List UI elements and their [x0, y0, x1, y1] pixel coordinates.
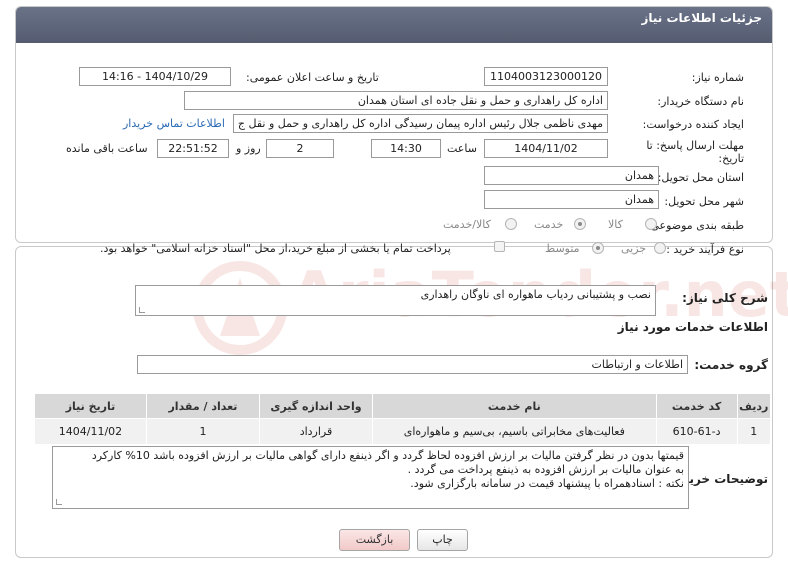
need-number-field: 1104003123000120: [484, 67, 608, 86]
service-group-field: اطلاعات و ارتباطات: [137, 355, 688, 374]
cell-row-number: 1: [736, 418, 772, 445]
col-unit: واحد اندازه گیری: [258, 393, 373, 419]
notes-resize-handle[interactable]: [56, 499, 62, 505]
summary-label: شرح کلی نیاز:: [682, 291, 768, 305]
deadline-date-label: تاریخ:: [718, 152, 744, 165]
cell-service-name: فعالیت‌های مخابراتی باسیم، بی‌سیم و ماهو…: [371, 418, 657, 445]
requester-label: ایجاد کننده درخواست:: [642, 118, 744, 131]
need-number-label: شماره نیاز:: [691, 71, 744, 84]
summary-resize-handle[interactable]: [139, 307, 145, 313]
process-medium-label: متوسط: [545, 242, 580, 255]
category-service-radio[interactable]: [574, 218, 586, 230]
category-goods-radio[interactable]: [645, 218, 657, 230]
cell-service-code: د-61-610: [655, 418, 738, 445]
services-section-title: اطلاعات خدمات مورد نیاز: [617, 320, 768, 334]
buyer-notes-line: نکته : اسنادهمراه با پیشنهاد قیمت در سام…: [410, 477, 684, 490]
cell-need-date: 1404/11/02: [34, 418, 147, 445]
requester-field: مهدی ناظمی جلال رئیس اداره پیمان رسیدگی …: [233, 114, 608, 133]
col-need-date: تاریخ نیاز: [34, 393, 147, 419]
city-label: شهر محل تحویل:: [664, 195, 744, 208]
cell-quantity: 1: [145, 418, 260, 445]
announce-label: تاریخ و ساعت اعلان عمومی:: [246, 71, 379, 84]
services-table: ردیف کد خدمت نام خدمت واحد اندازه گیری ت…: [34, 393, 772, 445]
announce-field: 1404/10/29 - 14:16: [79, 67, 231, 86]
cell-unit: قرارداد: [258, 418, 373, 445]
category-label: طبقه بندی موضوعی:: [646, 219, 744, 232]
city-field: همدان: [484, 190, 659, 209]
services-table-header: ردیف کد خدمت نام خدمت واحد اندازه گیری ت…: [34, 393, 772, 419]
process-minor-label: جزیی: [621, 242, 647, 255]
back-button[interactable]: بازگشت: [339, 529, 410, 551]
summary-field: نصب و پشتیبانی ردیاب ماهواره ای ناوگان ر…: [135, 285, 656, 316]
col-row-number: ردیف: [736, 393, 772, 419]
days-label: روز و: [236, 142, 261, 155]
days-field: 2: [266, 139, 334, 158]
summary-text: نصب و پشتیبانی ردیاب ماهواره ای ناوگان ر…: [420, 288, 651, 301]
treasury-checkbox[interactable]: [494, 241, 505, 252]
buyer-notes-field: قیمتها بدون در نظر گرفتن مالیات بر ارزش …: [52, 446, 689, 509]
print-button[interactable]: چاپ: [417, 529, 468, 551]
category-service-label: خدمت: [534, 218, 564, 231]
remaining-time-field: 22:51:52: [157, 139, 229, 158]
buyer-contact-link[interactable]: اطلاعات تماس خریدار: [123, 117, 225, 130]
remaining-label: ساعت باقی مانده: [66, 142, 148, 155]
col-service-name: نام خدمت: [371, 393, 657, 419]
buyer-org-field: اداره کل راهداری و حمل و نقل جاده ای است…: [184, 91, 608, 110]
deadline-date-field: 1404/11/02: [484, 139, 608, 158]
process-minor-radio[interactable]: [654, 242, 666, 254]
province-label: استان محل تحویل:: [657, 171, 744, 184]
deadline-label: مهلت ارسال پاسخ: تا: [646, 139, 744, 152]
buyer-notes-line: به عنوان مالیات بر ارزش افزوده به ذینفع …: [407, 463, 684, 476]
process-label: نوع فرآیند خرید :: [666, 243, 744, 256]
buyer-notes-line: قیمتها بدون در نظر گرفتن مالیات بر ارزش …: [91, 449, 684, 462]
province-field: همدان: [484, 166, 659, 185]
treasury-note: پرداخت تمام یا بخشی از مبلغ خرید،از محل …: [100, 242, 451, 255]
category-goods-label: کالا: [608, 218, 623, 231]
category-goods-service-radio[interactable]: [505, 218, 517, 230]
panel-title: جزئیات اطلاعات نیاز: [641, 11, 762, 25]
buyer-org-label: نام دستگاه خریدار:: [657, 95, 744, 108]
deadline-time-field: 14:30: [371, 139, 441, 158]
col-quantity: تعداد / مقدار: [145, 393, 260, 419]
col-service-code: کد خدمت: [655, 393, 738, 419]
table-row: 1 د-61-610 فعالیت‌های مخابراتی باسیم، بی…: [34, 418, 772, 445]
deadline-time-label: ساعت: [447, 142, 477, 155]
category-goods-service-label: کالا/خدمت: [443, 218, 491, 231]
service-group-label: گروه خدمت:: [694, 358, 768, 372]
process-medium-radio[interactable]: [592, 242, 604, 254]
